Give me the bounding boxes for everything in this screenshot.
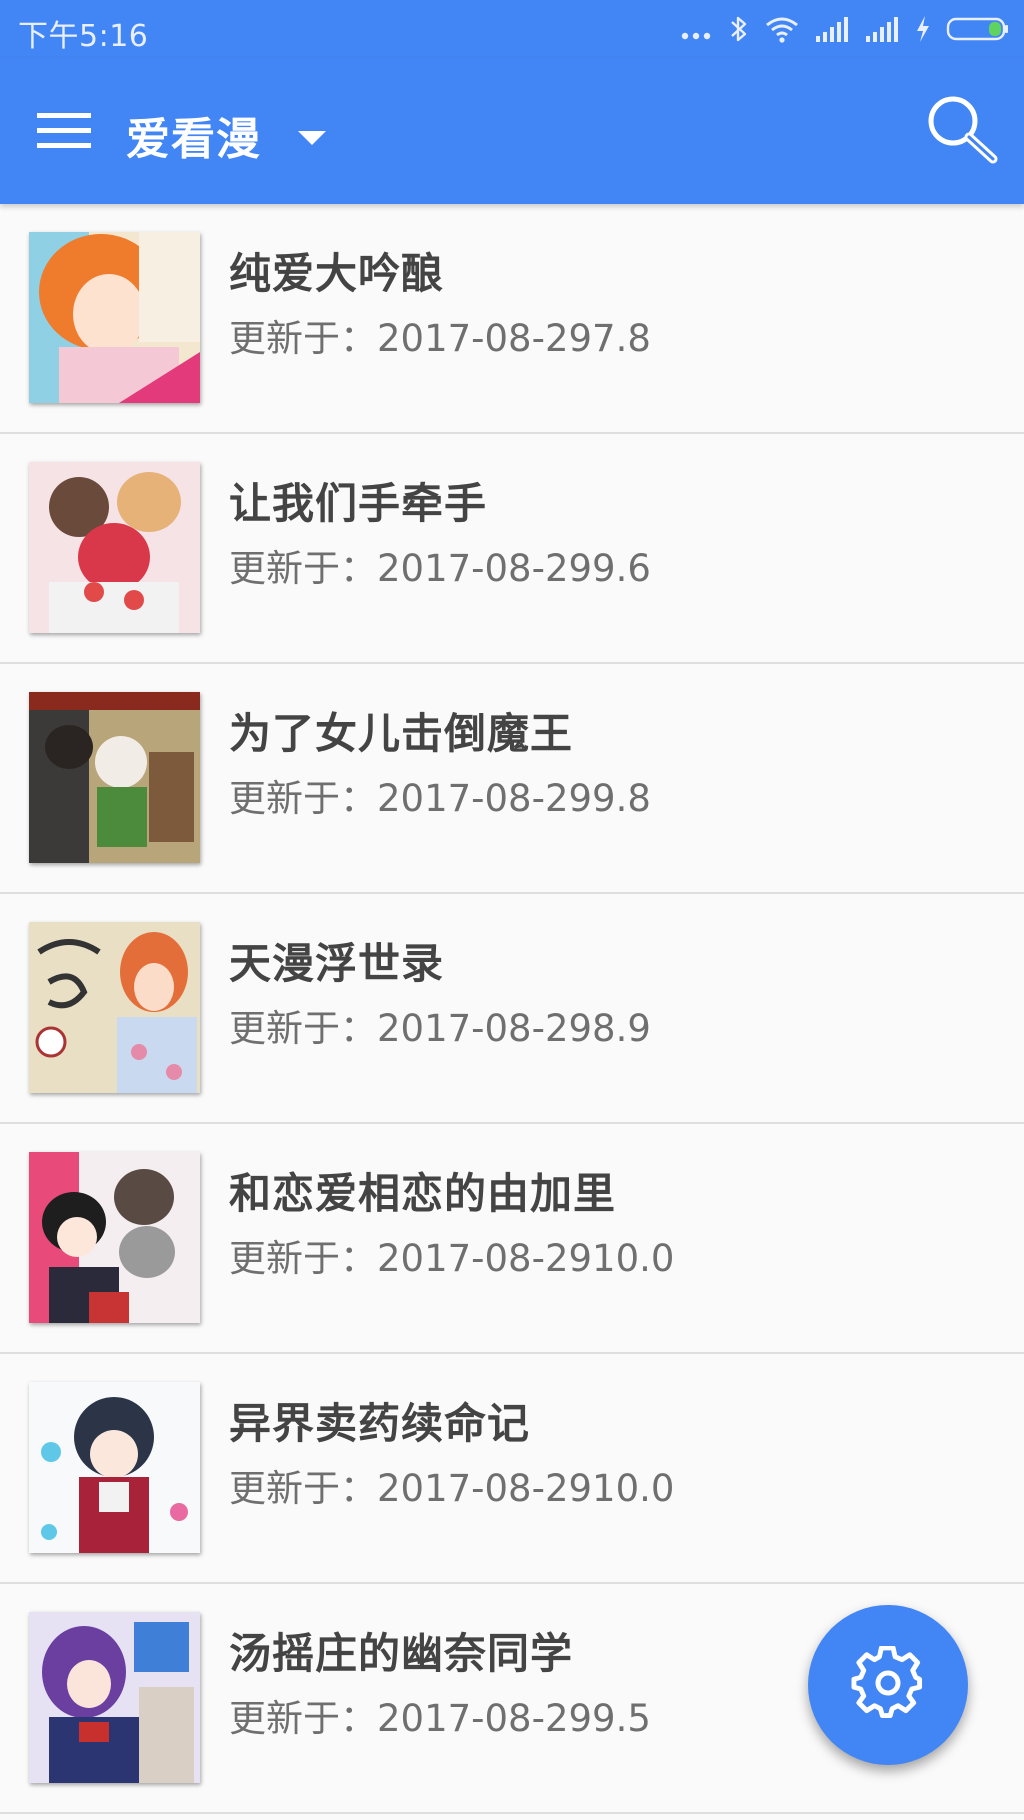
search-icon bbox=[925, 93, 999, 171]
status-icons bbox=[680, 14, 1010, 44]
list-item[interactable]: 天漫浮世录 更新于：2017-08-298.9 bbox=[0, 894, 1024, 1124]
comic-title: 天漫浮世录 bbox=[229, 939, 445, 988]
wifi-icon bbox=[764, 14, 800, 44]
comic-title: 纯爱大吟酿 bbox=[229, 249, 445, 298]
comic-cover bbox=[29, 1152, 200, 1323]
comic-title: 汤摇庄的幽奈同学 bbox=[229, 1629, 574, 1678]
comic-title: 和恋爱相恋的由加里 bbox=[229, 1169, 617, 1218]
comic-title: 为了女儿击倒魔王 bbox=[229, 709, 574, 758]
signal-icon bbox=[864, 14, 900, 44]
comic-title: 让我们手牵手 bbox=[229, 479, 488, 528]
comic-updated: 更新于：2017-08-299.6 bbox=[229, 547, 651, 590]
title-dropdown-button[interactable] bbox=[292, 124, 332, 154]
battery-icon bbox=[946, 14, 1010, 44]
comic-list: 纯爱大吟酿 更新于：2017-08-297.8 让我们手牵手 更新于：2017-… bbox=[0, 204, 1024, 1814]
list-item[interactable]: 和恋爱相恋的由加里 更新于：2017-08-2910.0 bbox=[0, 1124, 1024, 1354]
dropdown-arrow-icon bbox=[298, 130, 326, 149]
list-item[interactable]: 纯爱大吟酿 更新于：2017-08-297.8 bbox=[0, 204, 1024, 434]
comic-updated: 更新于：2017-08-299.5 bbox=[229, 1697, 651, 1740]
comic-cover bbox=[29, 922, 200, 1093]
comic-cover bbox=[29, 462, 200, 633]
gear-icon bbox=[851, 1645, 925, 1724]
comic-updated: 更新于：2017-08-2910.0 bbox=[229, 1467, 675, 1510]
app-screen: 下午5:16 爱看漫 纯爱大吟酿 更新于：2017-08-297.8 让我们手牵… bbox=[0, 0, 1024, 1820]
signal-icon bbox=[814, 14, 850, 44]
comic-updated: 更新于：2017-08-298.9 bbox=[229, 1007, 651, 1050]
status-time: 下午5:16 bbox=[18, 19, 149, 54]
list-item[interactable]: 让我们手牵手 更新于：2017-08-299.6 bbox=[0, 434, 1024, 664]
comic-cover bbox=[29, 1612, 200, 1783]
charging-icon bbox=[914, 14, 932, 44]
menu-icon bbox=[37, 111, 91, 155]
status-bar: 下午5:16 bbox=[0, 0, 1024, 58]
comic-cover bbox=[29, 232, 200, 403]
menu-button[interactable] bbox=[24, 98, 104, 168]
search-button[interactable] bbox=[918, 88, 1006, 176]
bluetooth-icon bbox=[728, 14, 750, 44]
list-item[interactable]: 为了女儿击倒魔王 更新于：2017-08-299.8 bbox=[0, 664, 1024, 894]
comic-cover bbox=[29, 692, 200, 863]
settings-fab[interactable] bbox=[808, 1605, 968, 1765]
app-title[interactable]: 爱看漫 bbox=[126, 103, 261, 167]
list-item[interactable]: 异界卖药续命记 更新于：2017-08-2910.0 bbox=[0, 1354, 1024, 1584]
comic-title: 异界卖药续命记 bbox=[229, 1399, 531, 1448]
app-toolbar: 爱看漫 bbox=[0, 58, 1024, 204]
comic-updated: 更新于：2017-08-297.8 bbox=[229, 317, 651, 360]
comic-cover bbox=[29, 1382, 200, 1553]
comic-updated: 更新于：2017-08-2910.0 bbox=[229, 1237, 675, 1280]
comic-updated: 更新于：2017-08-299.8 bbox=[229, 777, 651, 820]
more-dots-icon bbox=[680, 14, 714, 44]
